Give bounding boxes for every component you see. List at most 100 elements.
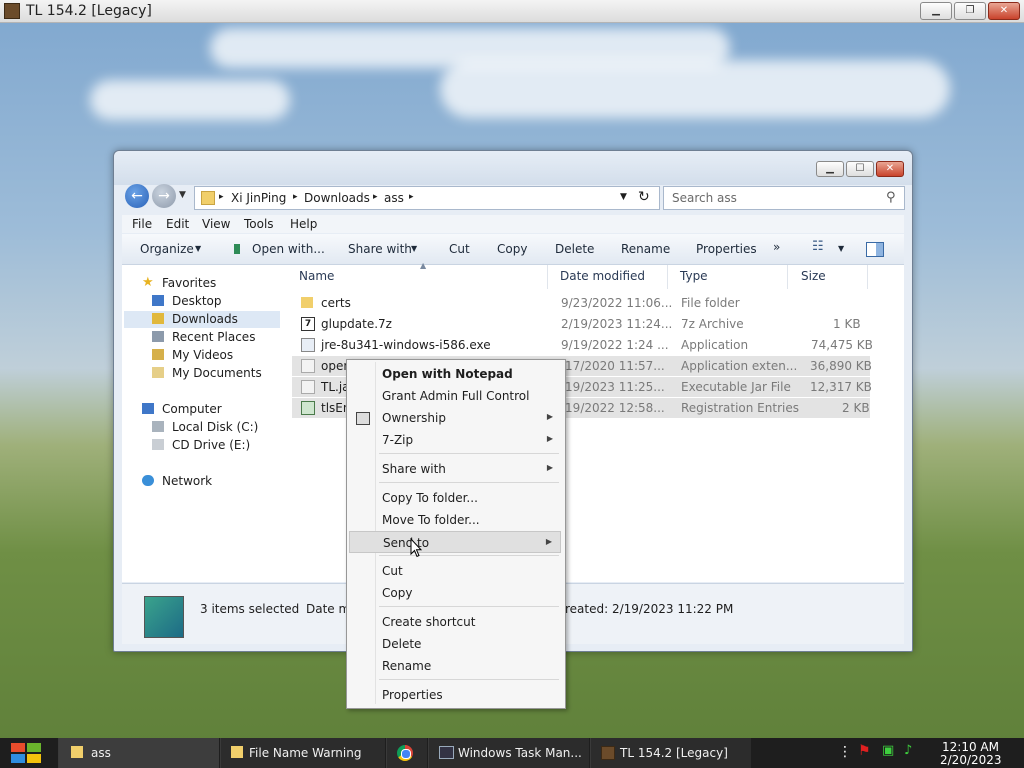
- taskbar-item-file-name-warning[interactable]: File Name Warning: [220, 738, 385, 768]
- folder-icon: [201, 191, 215, 205]
- address-bar[interactable]: ▸ Xi JinPing ▸ Downloads ▸ ass ▸ ▼ ↻: [194, 186, 660, 210]
- nav-item-cd-drive[interactable]: CD Drive (E:): [172, 438, 250, 452]
- back-arrow-icon[interactable]: ←: [125, 184, 149, 208]
- more-commands-button[interactable]: »: [773, 240, 780, 254]
- view-options-icon[interactable]: ☷: [812, 239, 824, 254]
- menu-item-create-shortcut[interactable]: Create shortcut: [349, 612, 561, 632]
- nav-item-local-disk[interactable]: Local Disk (C:): [172, 420, 258, 434]
- minimize-button[interactable]: ▁: [920, 2, 952, 20]
- menu-file[interactable]: File: [132, 217, 152, 231]
- breadcrumb-segment[interactable]: Downloads: [304, 191, 370, 205]
- minecraft-block-icon: [4, 3, 20, 19]
- taskbar-item-label: File Name Warning: [249, 746, 362, 760]
- cut-button[interactable]: Cut: [449, 242, 470, 256]
- menu-edit[interactable]: Edit: [166, 217, 189, 231]
- breadcrumb-segment[interactable]: ass: [384, 191, 404, 205]
- address-dropdown-icon[interactable]: ▼: [620, 192, 627, 202]
- explorer-window-controls: ▁ ☐ ✕: [816, 161, 904, 177]
- documents-icon: [152, 367, 164, 378]
- table-row[interactable]: jre-8u341-windows-i586.exe 9/19/2022 1:2…: [292, 335, 873, 355]
- 7zip-archive-icon: 7: [301, 317, 315, 331]
- file-type: Application: [681, 338, 749, 352]
- close-button[interactable]: ✕: [988, 2, 1020, 20]
- explorer-maximize-button[interactable]: ☐: [846, 161, 874, 177]
- nav-item-downloads[interactable]: Downloads: [172, 312, 238, 326]
- menu-view[interactable]: View: [202, 217, 230, 231]
- share-with-button[interactable]: Share with: [348, 242, 412, 256]
- organize-button[interactable]: Organize: [140, 242, 194, 256]
- column-date-modified[interactable]: Date modified: [560, 269, 645, 283]
- nav-item-my-videos[interactable]: My Videos: [172, 348, 233, 362]
- search-box[interactable]: Search ass ⚲: [663, 186, 905, 210]
- game-window-titlebar[interactable]: TL 154.2 [Legacy] ▁ ❐ ✕: [0, 0, 1024, 23]
- network-icon: [142, 475, 154, 486]
- favorites-header[interactable]: Favorites: [162, 276, 216, 290]
- column-name[interactable]: Name: [299, 269, 334, 283]
- command-bar: Organize ▼ Open with... Share with ▼ Cut…: [122, 234, 904, 265]
- column-type[interactable]: Type: [680, 269, 708, 283]
- forward-arrow-icon[interactable]: →: [152, 184, 176, 208]
- taskbar-item-explorer[interactable]: ass: [58, 738, 219, 768]
- file-type: Registration Entries: [681, 401, 799, 415]
- clock-date[interactable]: 2/20/2023: [940, 753, 1002, 767]
- explorer-titlebar[interactable]: [114, 151, 912, 185]
- preview-pane-icon[interactable]: [866, 242, 884, 257]
- menu-tools[interactable]: Tools: [244, 217, 274, 231]
- network-header[interactable]: Network: [162, 474, 212, 488]
- file-size: 1 KB: [833, 317, 861, 331]
- nav-item-desktop[interactable]: Desktop: [172, 294, 222, 308]
- view-dropdown-icon[interactable]: ▼: [838, 244, 844, 253]
- menu-item-label: Copy To folder...: [382, 491, 478, 505]
- folder-icon: [301, 297, 313, 308]
- rename-button[interactable]: Rename: [621, 242, 670, 256]
- search-icon[interactable]: ⚲: [886, 190, 896, 205]
- menu-item-label: Delete: [382, 637, 422, 651]
- delete-button[interactable]: Delete: [555, 242, 594, 256]
- menu-item-share-with[interactable]: Share with ▶: [349, 459, 561, 479]
- menu-item-label: Cut: [382, 564, 403, 578]
- menu-item-move-to-folder[interactable]: Move To folder...: [349, 510, 561, 530]
- table-row[interactable]: certs 9/23/2022 11:06... File folder: [292, 293, 870, 313]
- menu-item-open-with-notepad[interactable]: Open with Notepad: [349, 364, 561, 384]
- network-status-icon[interactable]: ▣: [882, 743, 894, 758]
- nav-item-my-documents[interactable]: My Documents: [172, 366, 262, 380]
- action-center-flag-icon[interactable]: ⚑: [858, 743, 871, 759]
- menu-item-copy[interactable]: Copy: [349, 583, 561, 603]
- menu-item-copy-to-folder[interactable]: Copy To folder...: [349, 488, 561, 508]
- menu-item-delete[interactable]: Delete: [349, 634, 561, 654]
- menu-help[interactable]: Help: [290, 217, 317, 231]
- refresh-icon[interactable]: ↻: [638, 189, 650, 205]
- clock-time[interactable]: 12:10 AM: [942, 740, 999, 754]
- copy-button[interactable]: Copy: [497, 242, 527, 256]
- column-size[interactable]: Size: [801, 269, 826, 283]
- taskbar-item-chrome[interactable]: [386, 738, 427, 768]
- menu-item-ownership[interactable]: Ownership ▶: [349, 408, 561, 428]
- computer-header[interactable]: Computer: [162, 402, 222, 416]
- open-with-button[interactable]: Open with...: [252, 242, 325, 256]
- menu-item-properties[interactable]: Properties: [349, 685, 561, 705]
- taskbar-item-task-manager[interactable]: Windows Task Man...: [428, 738, 589, 768]
- breadcrumb-chevron-icon: ▸: [219, 192, 224, 202]
- restore-button[interactable]: ❐: [954, 2, 986, 20]
- menu-item-cut[interactable]: Cut: [349, 561, 561, 581]
- menu-separator: [379, 453, 559, 454]
- overflow-icon[interactable]: ⋮: [838, 744, 852, 760]
- windows-start-icon[interactable]: [8, 740, 44, 766]
- nav-item-recent-places[interactable]: Recent Places: [172, 330, 255, 344]
- recent-pages-chevron-icon[interactable]: ▼: [179, 190, 186, 200]
- menu-item-rename[interactable]: Rename: [349, 656, 561, 676]
- volume-icon[interactable]: ♪: [904, 743, 912, 758]
- details-date-label: Date m: [306, 602, 351, 616]
- menu-separator: [379, 606, 559, 607]
- properties-button[interactable]: Properties: [696, 242, 757, 256]
- breadcrumb-segment[interactable]: Xi JinPing: [231, 191, 286, 205]
- table-row[interactable]: 7 glupdate.7z 2/19/2023 11:24... 7z Arch…: [292, 314, 870, 334]
- registry-file-icon: [301, 401, 315, 415]
- taskbar-item-game[interactable]: TL 154.2 [Legacy]: [590, 738, 751, 768]
- menu-item-send-to[interactable]: Send to ▶: [349, 531, 561, 553]
- menu-item-grant-admin[interactable]: Grant Admin Full Control: [349, 386, 561, 406]
- explorer-close-button[interactable]: ✕: [876, 161, 904, 177]
- search-input-placeholder[interactable]: Search ass: [672, 191, 737, 205]
- menu-item-7zip[interactable]: 7-Zip ▶: [349, 430, 561, 450]
- explorer-minimize-button[interactable]: ▁: [816, 161, 844, 177]
